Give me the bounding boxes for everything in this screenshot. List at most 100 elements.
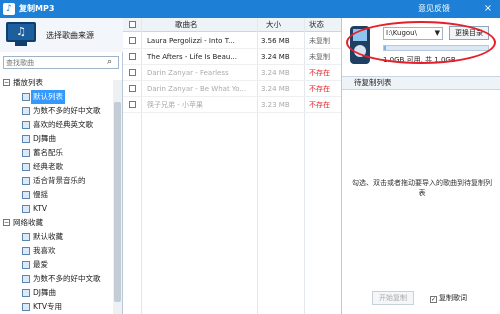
collapse-toggle-icon[interactable]: − bbox=[3, 79, 10, 86]
tree-item-label: 默认收藏 bbox=[33, 232, 63, 241]
select-all-checkbox[interactable] bbox=[129, 21, 136, 28]
column-size[interactable]: 大小 bbox=[266, 18, 281, 32]
playlist-icon bbox=[22, 191, 30, 199]
close-icon[interactable]: × bbox=[480, 2, 496, 16]
pending-list-hint: 勾选、双击或者拖动要导入的歌曲到待复制列表 bbox=[352, 179, 492, 197]
tree-item-label: 经典老歌 bbox=[33, 162, 63, 171]
tree-item-label: 为数不多的好中文歌 bbox=[33, 274, 101, 283]
tree-group[interactable]: − 播放列表 bbox=[0, 76, 113, 90]
song-status: 不存在 bbox=[309, 101, 330, 109]
playlist-icon bbox=[22, 275, 30, 283]
song-row[interactable]: Darin Zanyar - Be What Yo... 3.24 MB 不存在 bbox=[123, 81, 341, 97]
song-checkbox[interactable] bbox=[129, 85, 136, 92]
tree-item-label: 喜欢的经典英文歌 bbox=[33, 120, 93, 129]
playlist-icon bbox=[22, 135, 30, 143]
device-footer: 开始复制 ✓ 复制歌词 bbox=[342, 288, 500, 314]
tree-item[interactable]: 默认收藏 bbox=[0, 230, 113, 244]
tree-item-label: 蓄名配乐 bbox=[33, 148, 63, 157]
monitor-music-icon: ♫ bbox=[6, 22, 36, 48]
feedback-link[interactable]: 意见反馈 bbox=[418, 3, 450, 15]
playlist-icon bbox=[22, 149, 30, 157]
window-title: 复制MP3 bbox=[19, 4, 55, 13]
tree-item-label: 慢摇 bbox=[33, 190, 48, 199]
tree-item-label: KTV bbox=[33, 204, 48, 213]
song-name: Laura Pergolizzi - Into T... bbox=[147, 37, 235, 45]
scrollbar-thumb[interactable] bbox=[114, 102, 121, 302]
tree-item[interactable]: 蓄名配乐 bbox=[0, 146, 113, 160]
source-title: 选择歌曲来源 bbox=[46, 31, 94, 40]
song-search-input[interactable] bbox=[6, 57, 104, 68]
tree-item-label: KTV专用 bbox=[33, 302, 63, 311]
tree-item-label: 为数不多的好中文歌 bbox=[33, 106, 101, 115]
song-row[interactable]: Darin Zanyar - Fearless 3.24 MB 不存在 bbox=[123, 65, 341, 81]
tree-item-label: DJ舞曲 bbox=[33, 134, 56, 143]
device-pane: I:\Kugou\ ▼ 更换目录 1.0GB 可用, 共 1.0GB 待复制列表… bbox=[341, 18, 500, 314]
playlist-icon bbox=[22, 93, 30, 101]
device-header: I:\Kugou\ ▼ 更换目录 1.0GB 可用, 共 1.0GB bbox=[342, 18, 500, 74]
collapse-toggle-icon[interactable]: − bbox=[3, 219, 10, 226]
source-pane: ♫ 选择歌曲来源 ⌕ −播放列表默认列表为数不多的好中文歌喜欢的经典英文歌DJ舞… bbox=[0, 18, 123, 314]
song-checkbox[interactable] bbox=[129, 101, 136, 108]
song-row[interactable]: 筷子兄弟 - 小苹果 3.23 MB 不存在 bbox=[123, 97, 341, 113]
tree-item[interactable]: KTV专用 bbox=[0, 300, 113, 314]
song-checkbox[interactable] bbox=[129, 53, 136, 60]
column-name[interactable]: 歌曲名 bbox=[175, 18, 198, 32]
tree-item-label: DJ舞曲 bbox=[33, 288, 56, 297]
song-name: Darin Zanyar - Be What Yo... bbox=[147, 85, 247, 93]
tree-item[interactable]: 喜欢的经典英文歌 bbox=[0, 118, 113, 132]
song-size: 3.23 MB bbox=[261, 101, 290, 109]
playlist-icon bbox=[22, 247, 30, 255]
tree-group-label: 网络收藏 bbox=[13, 218, 43, 227]
song-checkbox[interactable] bbox=[129, 37, 136, 44]
tree-item[interactable]: 经典老歌 bbox=[0, 160, 113, 174]
playlist-icon bbox=[22, 205, 30, 213]
start-copy-button[interactable]: 开始复制 bbox=[372, 291, 414, 305]
tree-item[interactable]: 为数不多的好中文歌 bbox=[0, 104, 113, 118]
copy-lyrics-checkbox[interactable]: ✓ bbox=[430, 296, 437, 303]
column-status[interactable]: 状态 bbox=[309, 18, 324, 32]
song-status: 未复制 bbox=[309, 53, 330, 61]
tree-scrollbar[interactable] bbox=[113, 80, 122, 314]
playlist-icon bbox=[22, 233, 30, 241]
song-checkbox[interactable] bbox=[129, 69, 136, 76]
song-status: 不存在 bbox=[309, 85, 330, 93]
song-status: 不存在 bbox=[309, 69, 330, 77]
annotation-ellipse bbox=[346, 21, 496, 64]
pending-list-title: 待复制列表 bbox=[342, 76, 500, 90]
tree-item[interactable]: 默认列表 bbox=[0, 90, 113, 104]
tree-item-label: 我喜欢 bbox=[33, 246, 56, 255]
playlist-tree: − 播放列表 默认列表 为数不多的好中文歌 喜欢的经典英文歌 DJ舞曲 蓄名配乐 经典老歌 适合… bbox=[0, 76, 113, 314]
song-row[interactable]: Laura Pergolizzi - Into T... 3.56 MB 未复制 bbox=[123, 33, 341, 49]
song-size: 3.24 MB bbox=[261, 53, 290, 61]
tree-group[interactable]: − 网络收藏 bbox=[0, 216, 113, 230]
tree-item-label: 适合背景音乐的 bbox=[33, 176, 86, 185]
song-list-header: 歌曲名 大小 状态 bbox=[123, 18, 341, 32]
playlist-icon bbox=[22, 303, 30, 311]
tree-item[interactable]: 我喜欢 bbox=[0, 244, 113, 258]
tree-item[interactable]: 适合背景音乐的 bbox=[0, 174, 113, 188]
app-icon: ♪ bbox=[3, 3, 15, 15]
tree-item[interactable]: 最爱 bbox=[0, 258, 113, 272]
search-icon[interactable]: ⌕ bbox=[107, 57, 112, 68]
tree-item[interactable]: 慢摇 bbox=[0, 188, 113, 202]
playlist-icon bbox=[22, 289, 30, 297]
tree-group-label: 播放列表 bbox=[13, 78, 43, 87]
copy-lyrics-label: 复制歌词 bbox=[439, 294, 467, 302]
playlist-icon bbox=[22, 261, 30, 269]
song-list: 歌曲名 大小 状态 Laura Pergolizzi - Into T... 3.… bbox=[123, 18, 341, 314]
title-bar: ♪ 复制MP3 意见反馈 × bbox=[0, 0, 500, 18]
song-name: The Afters - Life Is Beau... bbox=[147, 53, 237, 61]
playlist-icon bbox=[22, 121, 30, 129]
copy-lyrics-option[interactable]: ✓ 复制歌词 bbox=[430, 293, 467, 303]
song-row[interactable]: The Afters - Life Is Beau... 3.24 MB 未复制 bbox=[123, 49, 341, 65]
tree-item[interactable]: DJ舞曲 bbox=[0, 286, 113, 300]
playlist-icon bbox=[22, 177, 30, 185]
song-name: 筷子兄弟 - 小苹果 bbox=[147, 101, 203, 109]
tree-item[interactable]: 为数不多的好中文歌 bbox=[0, 272, 113, 286]
tree-item-label: 最爱 bbox=[33, 260, 48, 269]
song-name: Darin Zanyar - Fearless bbox=[147, 69, 229, 77]
tree-item-label: 默认列表 bbox=[31, 90, 65, 104]
tree-item[interactable]: DJ舞曲 bbox=[0, 132, 113, 146]
playlist-icon bbox=[22, 163, 30, 171]
tree-item[interactable]: KTV bbox=[0, 202, 113, 216]
